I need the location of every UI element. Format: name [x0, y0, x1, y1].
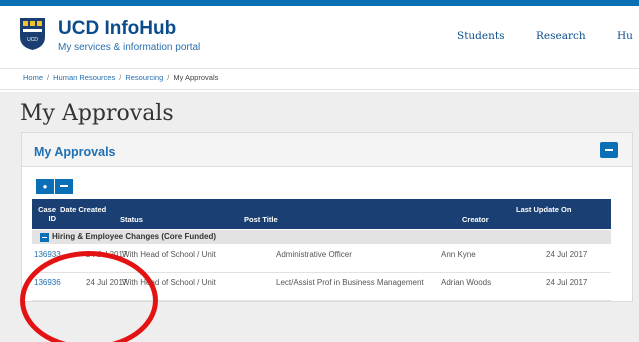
nav-research[interactable]: Research: [536, 30, 586, 42]
breadcrumb-current: My Approvals: [173, 73, 219, 82]
svg-text:UCD: UCD: [27, 37, 38, 43]
page-title: My Approvals: [20, 101, 174, 126]
column-header-creator[interactable]: Creator: [462, 215, 489, 224]
last-update-cell: 24 Jul 2017: [546, 278, 588, 287]
column-header-date-created[interactable]: Date Created: [60, 205, 106, 214]
breadcrumb-separator: /: [47, 73, 50, 82]
minus-icon: [605, 149, 613, 151]
breadcrumb-separator: /: [119, 73, 122, 82]
status-cell: With Head of School / Unit: [122, 250, 216, 259]
brand[interactable]: UCD InfoHub My services & information po…: [58, 18, 201, 54]
page: UCD UCD InfoHub My services & informatio…: [0, 0, 639, 342]
breadcrumb-human-resources[interactable]: Human Resources: [53, 73, 115, 82]
post-title-cell: Administrative Officer: [276, 250, 352, 259]
breadcrumb-resourcing[interactable]: Resourcing: [125, 73, 163, 82]
panel-title: My Approvals: [34, 145, 116, 159]
panel-collapse-button[interactable]: [600, 142, 618, 158]
site-title: UCD InfoHub: [58, 18, 177, 39]
column-header-status[interactable]: Status: [120, 215, 143, 224]
post-title-cell: Lect/Assist Prof in Business Management: [276, 278, 424, 287]
group-row[interactable]: Hiring & Employee Changes (Core Funded): [32, 230, 611, 244]
ucd-crest-icon[interactable]: UCD: [19, 17, 46, 51]
column-header-case-id[interactable]: Case ID: [34, 205, 56, 223]
column-header-post-title[interactable]: Post Title: [244, 215, 278, 224]
column-header-last-update[interactable]: Last Update On: [516, 205, 571, 214]
expand-all-button[interactable]: ●: [36, 179, 54, 194]
creator-cell: Adrian Woods: [441, 278, 492, 287]
highlight-circle: [20, 251, 158, 342]
table-header: Case ID Date Created Status Post Title C…: [32, 199, 611, 229]
breadcrumb-separator: /: [167, 73, 170, 82]
nav-students[interactable]: Students: [457, 30, 504, 42]
group-label: Hiring & Employee Changes (Core Funded): [52, 232, 217, 241]
nav-human-resources[interactable]: Hu: [617, 30, 633, 42]
collapse-all-button[interactable]: [55, 179, 73, 194]
site-subtitle: My services & information portal: [58, 42, 201, 53]
breadcrumb: Home / Human Resources / Resourcing / My Appro…: [23, 73, 218, 82]
creator-cell: Ann Kyne: [441, 250, 476, 259]
minus-icon: [60, 185, 68, 187]
last-update-cell: 24 Jul 2017: [546, 250, 588, 259]
breadcrumb-home[interactable]: Home: [23, 73, 43, 82]
panel-header: My Approvals: [22, 133, 632, 167]
minus-icon[interactable]: [40, 233, 49, 242]
plus-icon: ●: [42, 182, 48, 191]
